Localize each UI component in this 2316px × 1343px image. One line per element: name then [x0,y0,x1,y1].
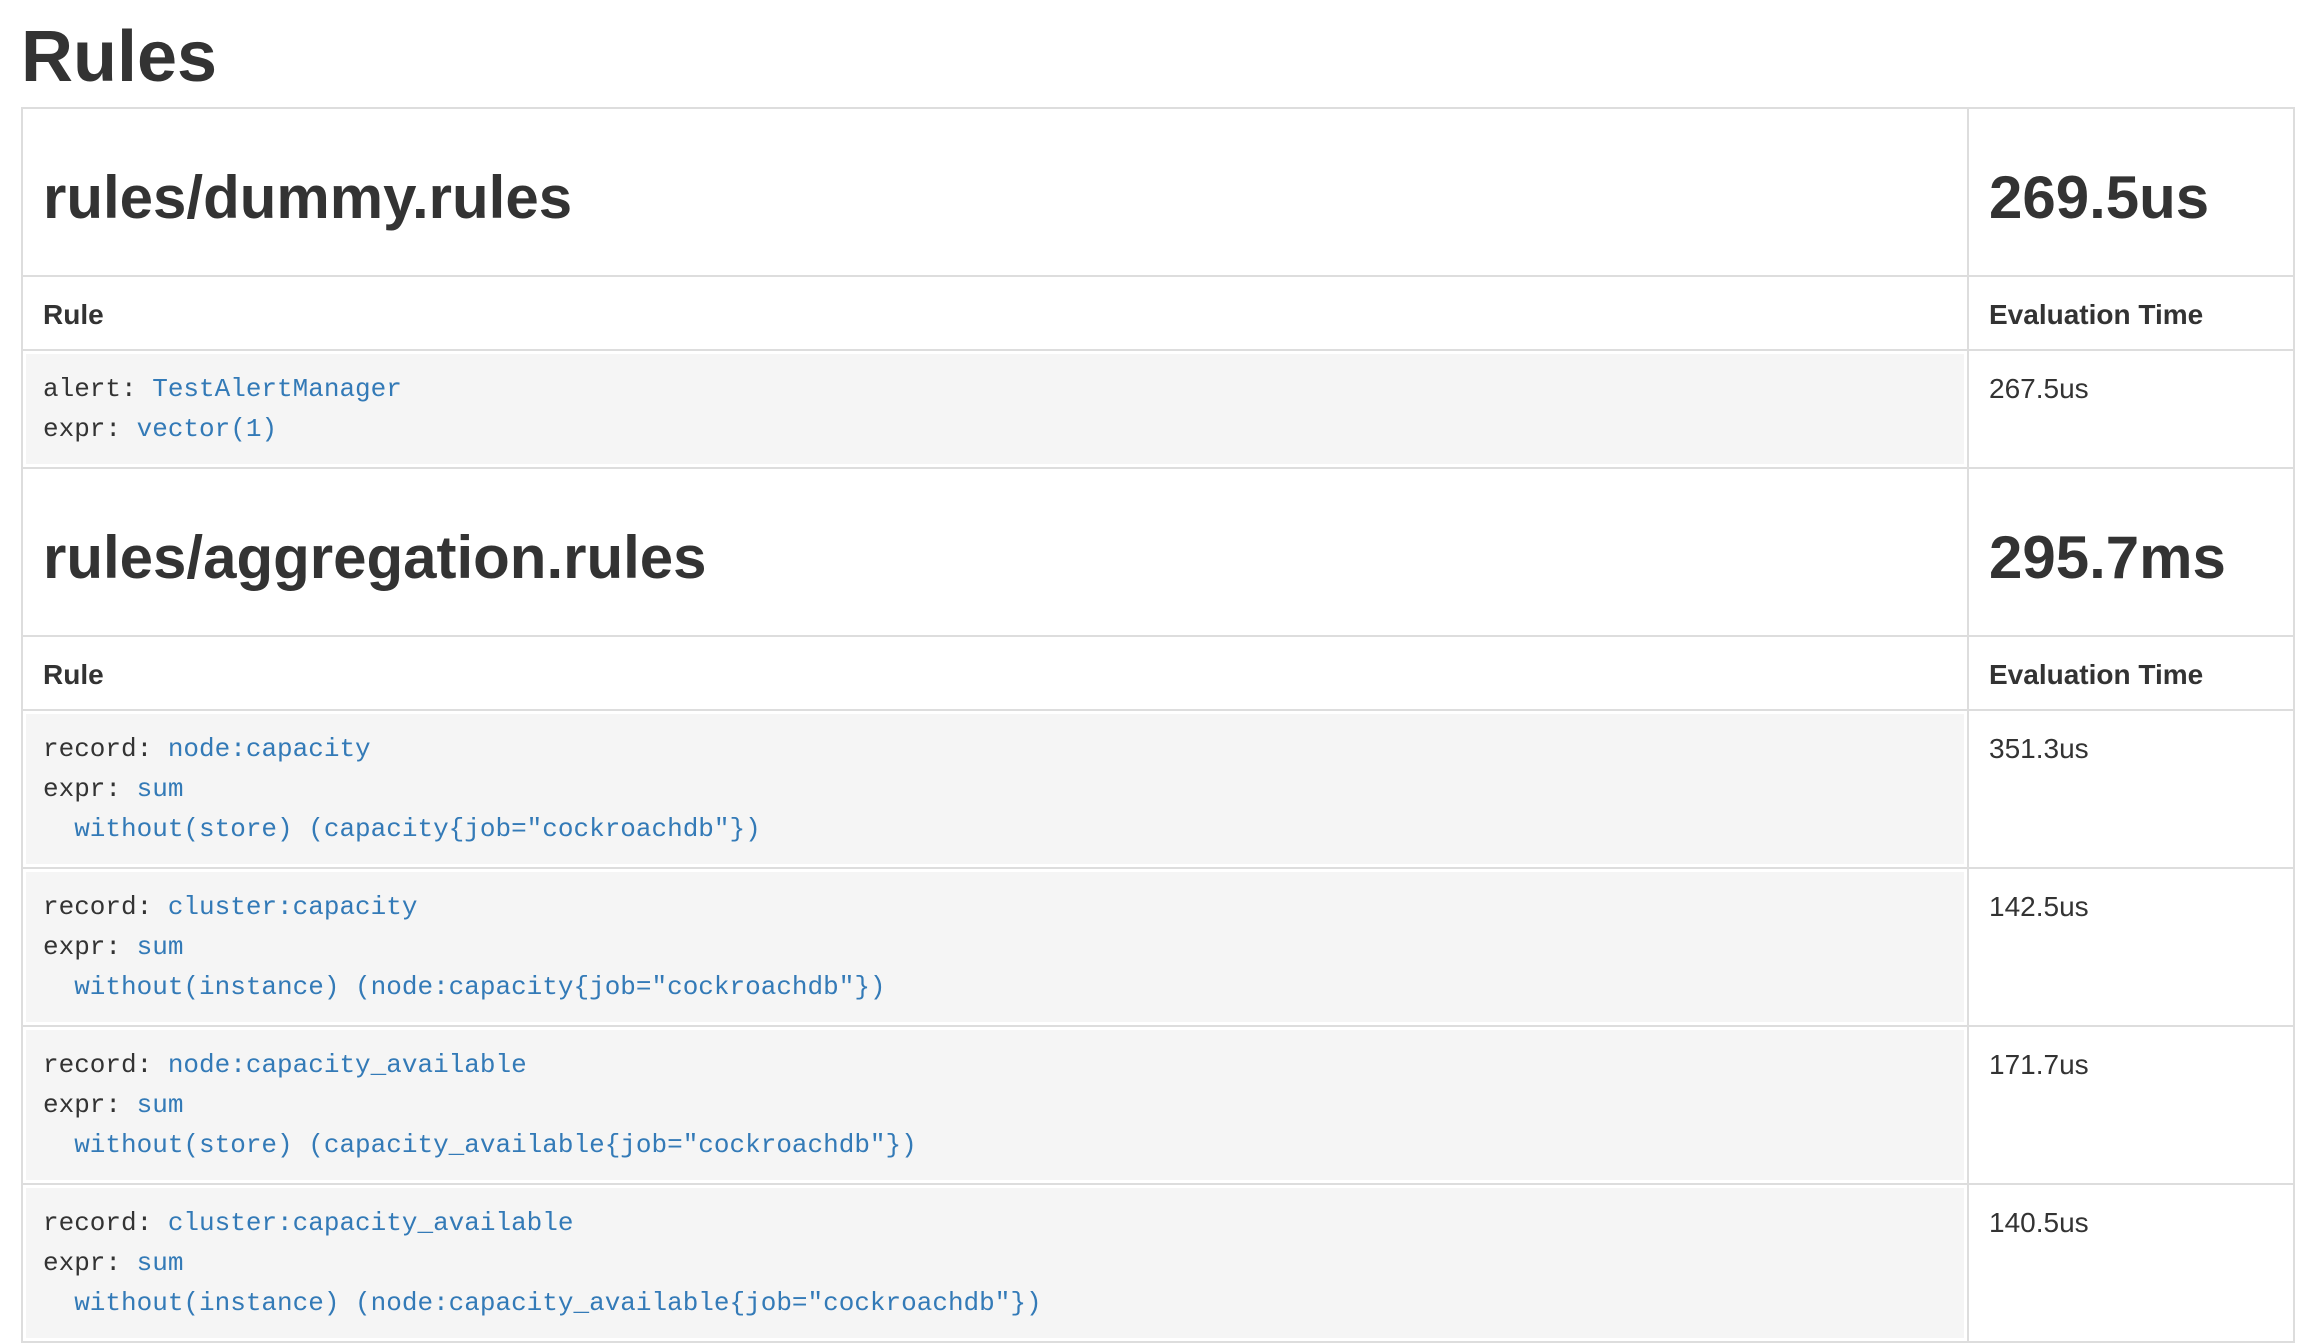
rule-row: record: node:capacityexpr: sum without(s… [22,710,2294,868]
rule-expr-link[interactable]: sum without(store) (capacity{job="cockro… [43,774,761,844]
rules-table: rules/dummy.rules 269.5us Rule Evaluatio… [21,107,2295,1343]
rule-name-link[interactable]: node:capacity_available [168,1050,527,1080]
rule-definition: record: node:capacityexpr: sum without(s… [26,714,1964,864]
rule-definition: record: node:capacity_availableexpr: sum… [26,1030,1964,1180]
rule-group-name-cell: rules/dummy.rules [22,108,1968,276]
rule-group-eval-time: 269.5us [1989,165,2273,231]
rule-name-link[interactable]: cluster:capacity_available [168,1208,574,1238]
rule-line: record: node:capacity [43,729,1947,769]
rule-group-eval-time: 295.7ms [1989,525,2273,591]
rule-name-link[interactable]: node:capacity [168,734,371,764]
rule-group-header-row: rules/aggregation.rules 295.7ms [22,468,2294,636]
rule-line: expr: vector(1) [43,409,1947,449]
rule-group-header-row: rules/dummy.rules 269.5us [22,108,2294,276]
rule-cell: alert: TestAlertManagerexpr: vector(1) [22,350,1968,468]
rule-keyword: expr: [43,1248,137,1278]
rule-group-eval-time-cell: 269.5us [1968,108,2294,276]
rule-cell: record: cluster:capacity_availableexpr: … [22,1184,1968,1342]
column-header-row: Rule Evaluation Time [22,636,2294,710]
page-title: Rules [21,18,2295,97]
rule-keyword: expr: [43,774,137,804]
column-header-row: Rule Evaluation Time [22,276,2294,350]
rule-keyword: expr: [43,414,137,444]
eval-time-column-header: Evaluation Time [1968,636,2294,710]
rule-expr-link[interactable]: vector(1) [137,414,277,444]
rule-keyword: record: [43,892,168,922]
rule-eval-time: 140.5us [1968,1184,2294,1342]
rule-line: record: node:capacity_available [43,1045,1947,1085]
rule-expr-link[interactable]: sum without(store) (capacity_available{j… [43,1090,917,1160]
rule-line: alert: TestAlertManager [43,369,1947,409]
rule-cell: record: cluster:capacityexpr: sum withou… [22,868,1968,1026]
rule-keyword: expr: [43,1090,137,1120]
rule-row: record: node:capacity_availableexpr: sum… [22,1026,2294,1184]
rule-definition: record: cluster:capacity_availableexpr: … [26,1188,1964,1338]
rule-keyword: expr: [43,932,137,962]
rule-expr-link[interactable]: sum without(instance) (node:capacity{job… [43,932,886,1002]
rule-cell: record: node:capacity_availableexpr: sum… [22,1026,1968,1184]
rule-eval-time: 267.5us [1968,350,2294,468]
rule-column-header: Rule [22,276,1968,350]
rule-line: expr: sum without(instance) (node:capaci… [43,927,1947,1007]
rule-keyword: record: [43,1208,168,1238]
rule-keyword: record: [43,734,168,764]
rule-line: expr: sum without(store) (capacity{job="… [43,769,1947,849]
rule-eval-time: 351.3us [1968,710,2294,868]
rule-cell: record: node:capacityexpr: sum without(s… [22,710,1968,868]
rule-eval-time: 171.7us [1968,1026,2294,1184]
rule-keyword: alert: [43,374,152,404]
rules-table-body: rules/dummy.rules 269.5us Rule Evaluatio… [22,108,2294,1342]
rule-name-link[interactable]: TestAlertManager [152,374,402,404]
rule-group-name: rules/dummy.rules [43,165,1947,231]
rule-group-name: rules/aggregation.rules [43,525,1947,591]
rule-column-header: Rule [22,636,1968,710]
rule-row: alert: TestAlertManagerexpr: vector(1) 2… [22,350,2294,468]
rule-definition: alert: TestAlertManagerexpr: vector(1) [26,354,1964,464]
rule-eval-time: 142.5us [1968,868,2294,1026]
rule-group-eval-time-cell: 295.7ms [1968,468,2294,636]
rule-line: expr: sum without(instance) (node:capaci… [43,1243,1947,1323]
rule-keyword: record: [43,1050,168,1080]
rule-line: record: cluster:capacity_available [43,1203,1947,1243]
rule-name-link[interactable]: cluster:capacity [168,892,418,922]
rule-row: record: cluster:capacity_availableexpr: … [22,1184,2294,1342]
rule-line: expr: sum without(store) (capacity_avail… [43,1085,1947,1165]
rule-row: record: cluster:capacityexpr: sum withou… [22,868,2294,1026]
rule-definition: record: cluster:capacityexpr: sum withou… [26,872,1964,1022]
rule-line: record: cluster:capacity [43,887,1947,927]
eval-time-column-header: Evaluation Time [1968,276,2294,350]
rule-group-name-cell: rules/aggregation.rules [22,468,1968,636]
rule-expr-link[interactable]: sum without(instance) (node:capacity_ava… [43,1248,1042,1318]
